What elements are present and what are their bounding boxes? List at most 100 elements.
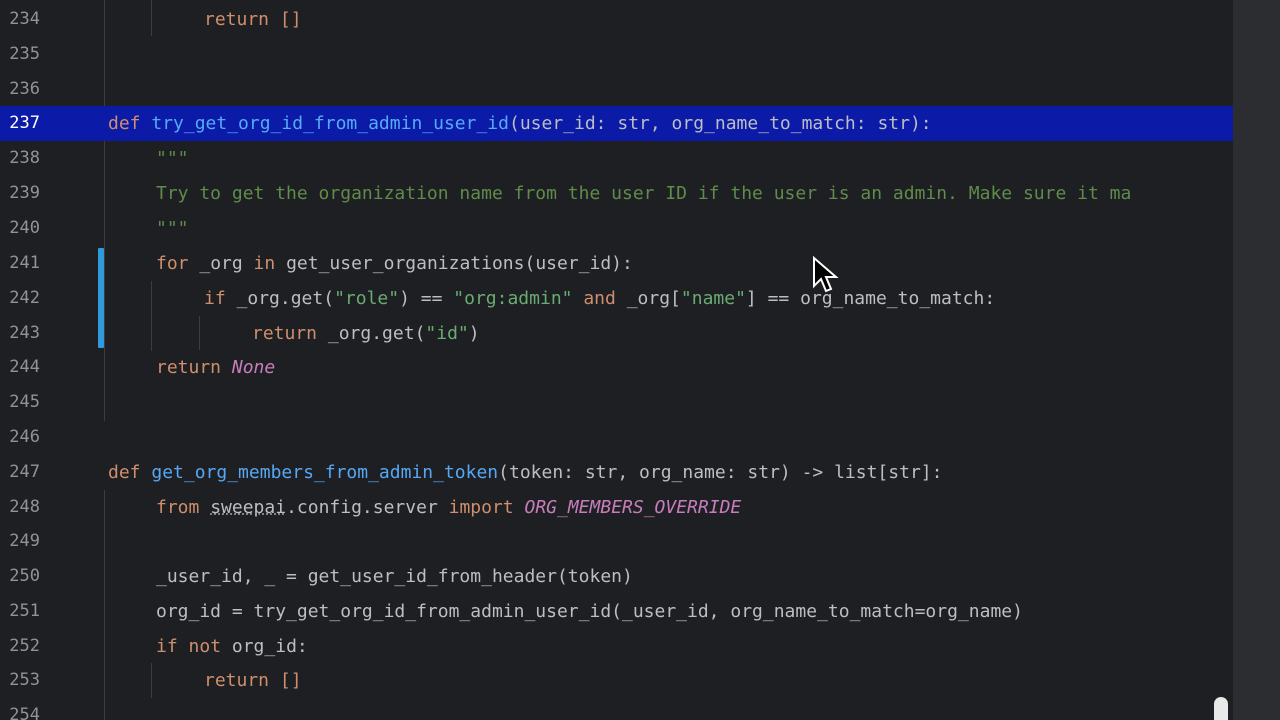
code-line[interactable]: 235 [0,37,1233,72]
code-text: return [] [204,663,302,698]
code-text: if _org.get("role") == "org:admin" and _… [204,281,995,316]
line-number: 251 [9,601,40,621]
keyword: def [108,462,141,483]
keyword: in [253,253,276,274]
code-line[interactable]: 250 _user_id, _ = get_user_id_from_heade… [0,559,1233,594]
indent-guide [104,0,105,106]
code-line[interactable]: 253 return [] [0,663,1233,698]
code-line-current[interactable]: 237 def try_get_org_id_from_admin_user_i… [0,106,1233,141]
line-number: 234 [9,9,40,29]
code-line[interactable]: 245 [0,385,1233,420]
code-segment: _org[ [615,288,681,309]
code-line[interactable]: 252 if not org_id: [0,629,1233,664]
keyword: if [204,288,226,309]
line-number: 253 [9,670,40,690]
code-segment: ] == org_name_to_match: [745,288,996,309]
code-line[interactable]: 239 Try to get the organization name fro… [0,176,1233,211]
line-number: 236 [9,79,40,99]
code-text: return None [156,350,275,385]
code-text: _user_id, _ = get_user_id_from_header(to… [156,566,633,587]
code-line[interactable]: 249 [0,524,1233,559]
code-text: if not org_id: [156,629,308,664]
line-number: 254 [9,705,40,720]
code-line[interactable]: 238 """ [0,141,1233,176]
constant: ORG_MEMBERS_OVERRIDE [524,497,742,518]
code-text: def get_org_members_from_admin_token(tok… [108,455,942,490]
line-number: 246 [9,427,40,447]
line-number: 237 [9,113,40,133]
string: "role" [334,288,400,309]
code-segment: .config.server [286,497,449,518]
code-editor[interactable]: 234 return [] 235 236 237 def try_get_or… [0,0,1280,720]
line-number: 248 [9,497,40,517]
scrollbar-track[interactable] [1233,0,1280,720]
code-text: from sweepai.config.server import ORG_ME… [156,490,741,525]
indent-guide [104,490,105,720]
code-segment: _org.get( [317,323,426,344]
code-line[interactable]: 247 def get_org_members_from_admin_token… [0,455,1233,490]
code-line[interactable]: 246 [0,420,1233,455]
line-number: 244 [9,357,40,377]
code-segment: _org.get( [225,288,335,309]
keyword: not [177,636,222,657]
keyword: return [252,323,318,344]
constant: None [231,357,276,378]
line-number: 250 [9,566,40,586]
signature: (token: str, org_name: str) -> list[str]… [498,462,943,483]
string: "id" [425,323,469,344]
line-number: 249 [9,531,40,551]
indent-guide [104,141,105,421]
module-name: sweepai [210,497,287,518]
keyword: import [448,497,514,518]
code-text: org_id = try_get_org_id_from_admin_user_… [156,601,1023,622]
docstring: """ [156,148,189,169]
keyword: and [572,288,616,309]
code-line[interactable]: 240 """ [0,211,1233,246]
string: "name" [680,288,746,309]
code-segment: ) [468,323,480,344]
line-number: 239 [9,183,40,203]
keyword: from [156,497,200,518]
code-line[interactable]: 254 [0,698,1233,720]
keyword: def [108,113,141,134]
code-line[interactable]: 248 from sweepai.config.server import OR… [0,490,1233,525]
mouse-pointer-icon [813,256,839,293]
line-number: 235 [9,44,40,64]
line-number: 252 [9,636,40,656]
line-number: 240 [9,218,40,238]
keyword: return [156,357,222,378]
code-text: return [] [204,2,302,37]
code-segment: _org [188,253,254,274]
code-text: def try_get_org_id_from_admin_user_id(us… [108,106,932,141]
function-name: get_org_members_from_admin_token [151,462,499,483]
scrollbar-thumb[interactable] [1214,697,1228,720]
function-name: try_get_org_id_from_admin_user_id [151,113,509,134]
docstring: """ [156,218,189,239]
code-line[interactable]: 236 [0,72,1233,107]
indent-guide [151,281,152,351]
code-text: return _org.get("id") [252,316,480,351]
vcs-change-marker[interactable] [98,248,104,348]
code-line[interactable]: 234 return [] [0,2,1233,37]
string: "org:admin" [453,288,573,309]
line-number: 242 [9,288,40,308]
indent-guide [199,316,200,350]
indent-guide [151,0,152,36]
code-text: for _org in get_user_organizations(user_… [156,246,633,281]
docstring: Try to get the organization name from th… [156,183,1132,204]
code-line[interactable]: 244 return None [0,350,1233,385]
keyword: for [156,253,189,274]
code-line[interactable]: 243 return _org.get("id") [0,316,1233,351]
line-number: 241 [9,253,40,273]
code-line[interactable]: 241 for _org in get_user_organizations(u… [0,246,1233,281]
line-number: 247 [9,462,40,482]
keyword: return [] [204,670,302,691]
line-number: 238 [9,148,40,168]
line-number: 245 [9,392,40,412]
indent-guide [151,663,152,698]
keyword: return [] [204,9,302,30]
code-line[interactable]: 242 if _org.get("role") == "org:admin" a… [0,281,1233,316]
code-segment: ) == [399,288,454,309]
code-line[interactable]: 251 org_id = try_get_org_id_from_admin_u… [0,594,1233,629]
line-number: 243 [9,323,40,343]
